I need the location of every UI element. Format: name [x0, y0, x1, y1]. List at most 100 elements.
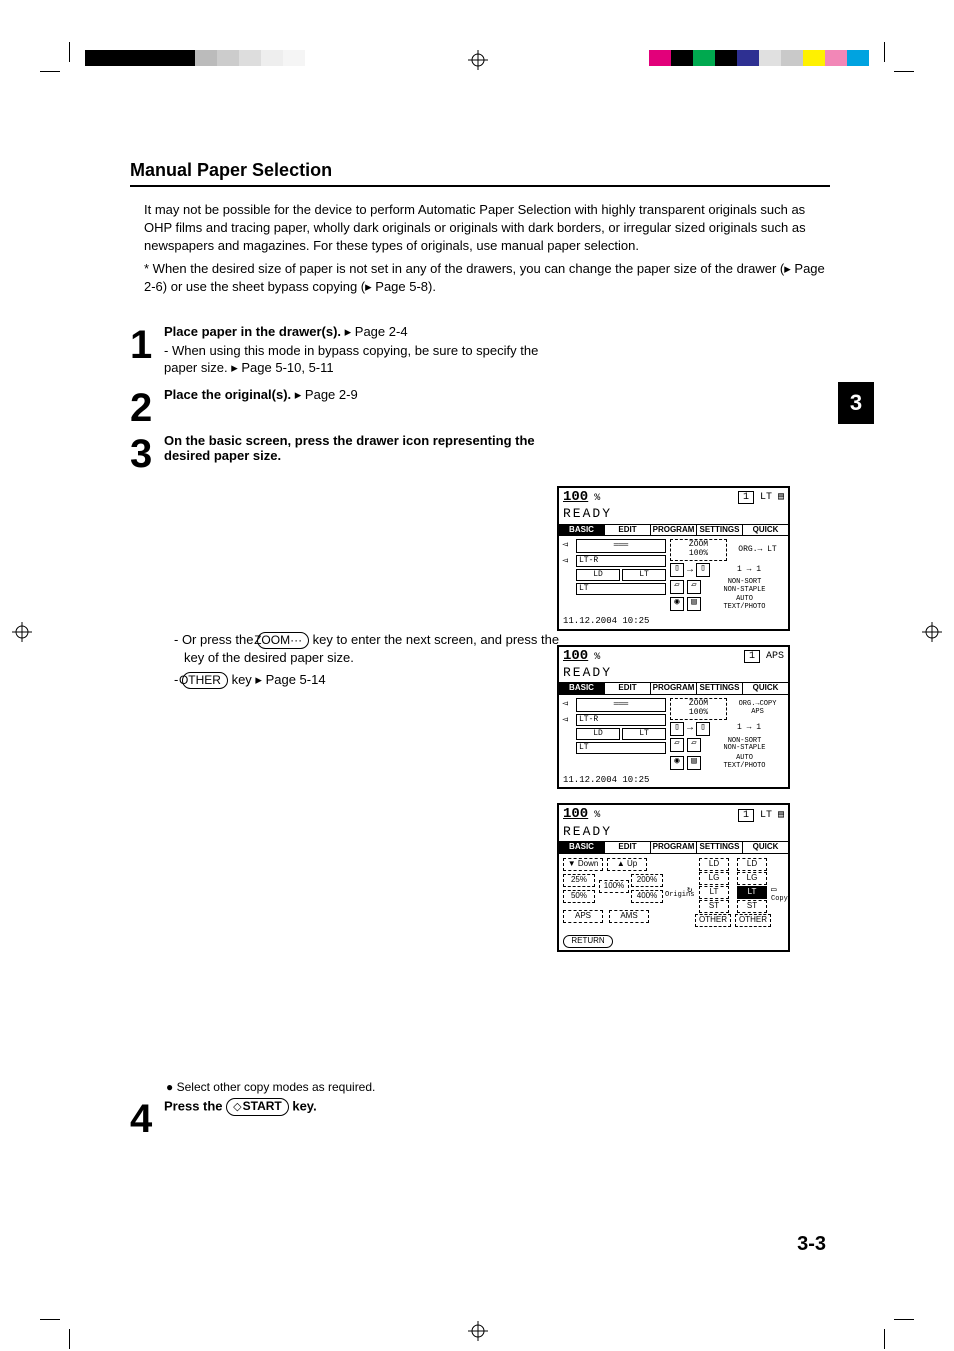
person-icon[interactable]: ◉ [670, 597, 684, 611]
handle-icon: ◅ [562, 698, 572, 712]
lcd-drawers[interactable]: ═══ LT-R LDLT LT [576, 698, 666, 770]
size-ld[interactable]: LD [699, 858, 729, 871]
drawer-ltr[interactable]: LT-R [576, 714, 666, 726]
drawer-lt[interactable]: LT [622, 569, 666, 581]
lcd-tab-basic[interactable]: BASIC [559, 842, 605, 853]
lcd-tab-basic[interactable]: BASIC [559, 683, 605, 694]
size-lt-selected[interactable]: LT [737, 886, 767, 899]
drawer-ltr[interactable]: LT-R [576, 555, 666, 567]
lcd-paper-size: APS [766, 651, 784, 662]
lcd-1to1[interactable]: 1 → 1 [713, 566, 785, 575]
lcd-1to1[interactable]: 1 → 1 [713, 724, 785, 733]
lcd-tab-program[interactable]: PROGRAM [651, 525, 697, 536]
step-number: 4 [130, 1098, 164, 1134]
page-icon[interactable]: ▤ [687, 597, 701, 611]
lcd-tab-settings[interactable]: SETTINGS [697, 525, 743, 536]
lcd-sort-mode[interactable]: NON-SORT NON-STAPLE [704, 579, 785, 594]
ams-button[interactable]: AMS [609, 910, 649, 923]
lcd-tab-quick[interactable]: QUICK [743, 525, 788, 536]
lcd-zoom-button[interactable]: ZOOM100% [670, 698, 727, 720]
drawer-lt[interactable]: LT [622, 728, 666, 740]
zoom-400-button[interactable]: 400% [631, 890, 663, 903]
lcd-drawers[interactable]: ═══ LT-R LDLT LT [576, 539, 666, 611]
crop-mark [40, 1319, 70, 1349]
copy-label: Copy [771, 896, 788, 904]
aps-button[interactable]: APS [563, 910, 603, 923]
lcd-image-mode[interactable]: AUTO TEXT/PHOTO [704, 755, 785, 770]
lcd-sort-mode[interactable]: NON-SORT NON-STAPLE [704, 738, 785, 753]
size-lt[interactable]: LT [699, 886, 729, 899]
lcd-tab-settings[interactable]: SETTINGS [697, 842, 743, 853]
section-heading: Manual Paper Selection [130, 160, 830, 181]
lcd-tabs: BASIC EDIT PROGRAM SETTINGS QUICK [559, 524, 788, 537]
lcd-tab-program[interactable]: PROGRAM [651, 683, 697, 694]
lcd-image-mode[interactable]: AUTO TEXT/PHOTO [704, 596, 785, 611]
divider [130, 185, 830, 187]
drawer-lt[interactable]: LT [576, 742, 666, 754]
size-st[interactable]: ST [737, 900, 767, 913]
lcd-orig-dest: ORG.→COPY APS [730, 701, 785, 716]
lcd-zoom-button[interactable]: ZOOM100% [670, 539, 727, 561]
lcd-tab-quick[interactable]: QUICK [743, 683, 788, 694]
bullet-note: Select other copy modes as required. [166, 1080, 830, 1094]
zoom-down-button[interactable]: ▼ Down [563, 858, 603, 871]
lcd-timestamp: 11.12.2004 10:25 [563, 617, 649, 627]
color-chips-left [85, 50, 305, 66]
step-1: 1 Place paper in the drawer(s). ▸ Page 2… [130, 324, 830, 377]
zoom-50-button[interactable]: 50% [563, 890, 595, 903]
intro-note: * When the desired size of paper is not … [144, 260, 830, 296]
return-button[interactable]: RETURN [563, 935, 613, 948]
copy-icon[interactable]: ▯ [696, 563, 710, 577]
lcd-orig-dest: ORG.→ LT [730, 546, 785, 555]
step-3: 3 On the basic screen, press the drawer … [130, 433, 830, 469]
size-ld[interactable]: LD [737, 858, 767, 871]
page-number: 3-3 [797, 1233, 826, 1256]
zoom-100-button[interactable]: 100% [599, 880, 629, 893]
lcd-zoom-ratio: 100 [563, 648, 588, 664]
orig-icon[interactable]: ▯ [670, 722, 684, 736]
lcd-tab-edit[interactable]: EDIT [605, 683, 651, 694]
size-lg[interactable]: LG [737, 872, 767, 885]
lcd-tab-settings[interactable]: SETTINGS [697, 683, 743, 694]
step-ref: Page 2-4 [351, 324, 407, 339]
step-title: Place the original(s). [164, 387, 291, 402]
lcd-count: 1 [738, 809, 754, 822]
lcd-tab-edit[interactable]: EDIT [605, 525, 651, 536]
crop-mark [40, 42, 70, 72]
copy-icon[interactable]: ▯ [696, 722, 710, 736]
drawer-ld[interactable]: LD [576, 728, 620, 740]
drawer-ld[interactable]: LD [576, 569, 620, 581]
rotate-icon: ↻ [687, 886, 692, 896]
lcd-status: READY [559, 507, 788, 523]
size-lg[interactable]: LG [699, 872, 729, 885]
sort-icon[interactable]: ▱ [670, 738, 684, 752]
lcd-tab-quick[interactable]: QUICK [743, 842, 788, 853]
lcd-screenshot-zoom: 100 % 1 LT ▤ READY BASIC EDIT PROGRAM SE… [557, 803, 790, 951]
zoom-200-button[interactable]: 200% [631, 874, 663, 887]
drawer-lt[interactable]: LT [576, 583, 666, 595]
lcd-tab-basic[interactable]: BASIC [559, 525, 605, 536]
step-number: 1 [130, 324, 164, 360]
sort-icon[interactable]: ▱ [670, 580, 684, 594]
size-st[interactable]: ST [699, 900, 729, 913]
handle-icon: ◅ [562, 555, 572, 569]
staple-icon[interactable]: ▱ [687, 580, 701, 594]
person-icon[interactable]: ◉ [670, 756, 684, 770]
size-other[interactable]: OTHER [695, 914, 731, 927]
size-other[interactable]: OTHER [735, 914, 771, 927]
color-chips-right [649, 50, 869, 66]
staple-icon[interactable]: ▱ [687, 738, 701, 752]
zoom-up-button[interactable]: ▲ Up [607, 858, 647, 871]
zoom-25-button[interactable]: 25% [563, 874, 595, 887]
lcd-paper-size: LT [760, 492, 772, 503]
page-icon[interactable]: ▤ [687, 756, 701, 770]
intro-block: It may not be possible for the device to… [144, 201, 830, 296]
cassette-icon: ═══ [614, 542, 628, 551]
lcd-tab-program[interactable]: PROGRAM [651, 842, 697, 853]
registration-mark-icon [468, 1321, 488, 1341]
orig-icon[interactable]: ▯ [670, 563, 684, 577]
lcd-timestamp: 11.12.2004 10:25 [563, 776, 649, 786]
lcd-tab-edit[interactable]: EDIT [605, 842, 651, 853]
step-2: 2 Place the original(s). ▸ Page 2-9 [130, 387, 830, 423]
step-number: 3 [130, 433, 164, 469]
